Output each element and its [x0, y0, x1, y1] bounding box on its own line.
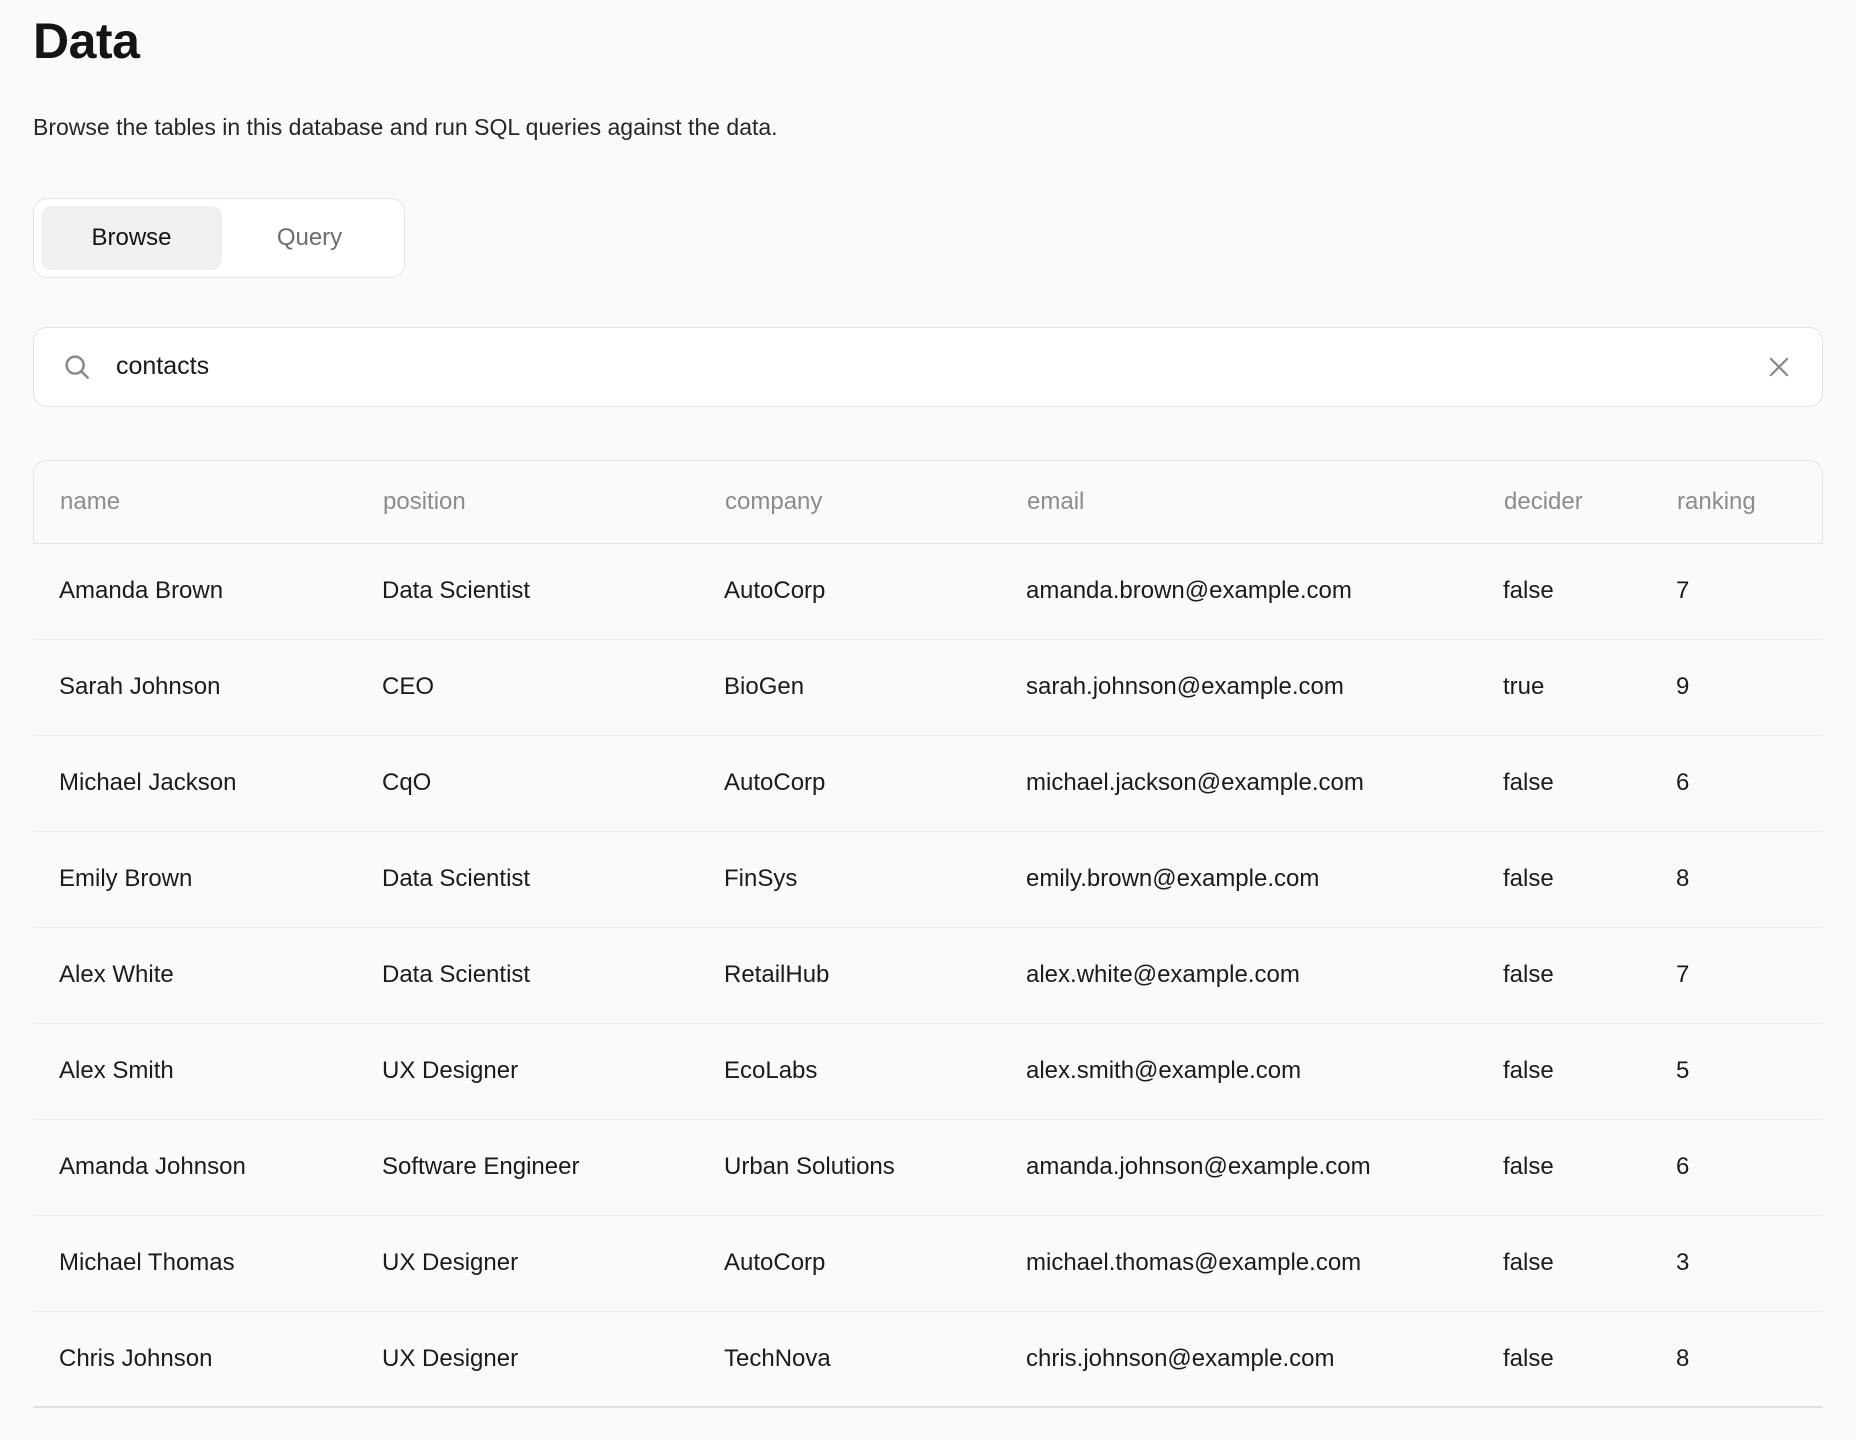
table-row: Chris Johnson UX Designer TechNova chris… [33, 1312, 1823, 1408]
tab-query[interactable]: Query [222, 206, 397, 270]
column-header-decider: decider [1504, 488, 1677, 516]
column-header-name: name [60, 488, 383, 516]
tab-browse[interactable]: Browse [41, 206, 222, 270]
cell-decider: false [1503, 1057, 1676, 1085]
cell-position: Data Scientist [382, 865, 724, 893]
column-header-email: email [1027, 488, 1504, 516]
cell-decider: false [1503, 865, 1676, 893]
table-row: Amanda Johnson Software Engineer Urban S… [33, 1120, 1823, 1216]
page-subtitle: Browse the tables in this database and r… [33, 113, 1823, 143]
cell-ranking: 8 [1676, 1345, 1823, 1373]
cell-company: TechNova [724, 1345, 1026, 1373]
cell-decider: false [1503, 769, 1676, 797]
cell-company: EcoLabs [724, 1057, 1026, 1085]
cell-email: sarah.johnson@example.com [1026, 673, 1503, 701]
view-tab-group: Browse Query [33, 198, 405, 278]
cell-position: CEO [382, 673, 724, 701]
page: Data Browse the tables in this database … [0, 0, 1856, 1408]
cell-name: Alex Smith [59, 1057, 382, 1085]
table-row: Emily Brown Data Scientist FinSys emily.… [33, 832, 1823, 928]
table-row: Sarah Johnson CEO BioGen sarah.johnson@e… [33, 640, 1823, 736]
cell-email: alex.white@example.com [1026, 961, 1503, 989]
cell-decider: false [1503, 1345, 1676, 1373]
cell-company: FinSys [724, 865, 1026, 893]
table-header-row: name position company email decider rank… [33, 460, 1823, 544]
cell-name: Chris Johnson [59, 1345, 382, 1373]
cell-company: AutoCorp [724, 577, 1026, 605]
cell-ranking: 6 [1676, 1153, 1823, 1181]
close-icon [1764, 352, 1794, 382]
cell-decider: true [1503, 673, 1676, 701]
cell-position: Data Scientist [382, 961, 724, 989]
table-row: Michael Thomas UX Designer AutoCorp mich… [33, 1216, 1823, 1312]
cell-position: UX Designer [382, 1249, 724, 1277]
page-title: Data [33, 14, 1823, 69]
column-header-position: position [383, 488, 725, 516]
cell-email: alex.smith@example.com [1026, 1057, 1503, 1085]
cell-email: michael.jackson@example.com [1026, 769, 1503, 797]
cell-email: michael.thomas@example.com [1026, 1249, 1503, 1277]
cell-position: Data Scientist [382, 577, 724, 605]
cell-name: Michael Thomas [59, 1249, 382, 1277]
cell-ranking: 8 [1676, 865, 1823, 893]
cell-company: AutoCorp [724, 1249, 1026, 1277]
cell-company: BioGen [724, 673, 1026, 701]
cell-company: AutoCorp [724, 769, 1026, 797]
table-row: Alex Smith UX Designer EcoLabs alex.smit… [33, 1024, 1823, 1120]
data-table: name position company email decider rank… [33, 460, 1823, 1408]
cell-name: Emily Brown [59, 865, 382, 893]
search-bar [33, 327, 1823, 407]
cell-position: Software Engineer [382, 1153, 724, 1181]
cell-name: Alex White [59, 961, 382, 989]
cell-email: chris.johnson@example.com [1026, 1345, 1503, 1373]
column-header-company: company [725, 488, 1027, 516]
cell-position: UX Designer [382, 1345, 724, 1373]
table-row: Amanda Brown Data Scientist AutoCorp ama… [33, 544, 1823, 640]
cell-ranking: 7 [1676, 961, 1823, 989]
cell-name: Michael Jackson [59, 769, 382, 797]
cell-name: Sarah Johnson [59, 673, 382, 701]
cell-email: emily.brown@example.com [1026, 865, 1503, 893]
cell-email: amanda.brown@example.com [1026, 577, 1503, 605]
cell-company: RetailHub [724, 961, 1026, 989]
cell-decider: false [1503, 1249, 1676, 1277]
table-body: Amanda Brown Data Scientist AutoCorp ama… [33, 544, 1823, 1408]
search-input[interactable] [116, 352, 1764, 381]
cell-email: amanda.johnson@example.com [1026, 1153, 1503, 1181]
table-row: Alex White Data Scientist RetailHub alex… [33, 928, 1823, 1024]
cell-ranking: 6 [1676, 769, 1823, 797]
cell-ranking: 7 [1676, 577, 1823, 605]
column-header-ranking: ranking [1677, 488, 1822, 516]
cell-decider: false [1503, 961, 1676, 989]
cell-decider: false [1503, 1153, 1676, 1181]
cell-name: Amanda Johnson [59, 1153, 382, 1181]
cell-position: CqO [382, 769, 724, 797]
cell-name: Amanda Brown [59, 577, 382, 605]
cell-ranking: 3 [1676, 1249, 1823, 1277]
search-icon [62, 352, 92, 382]
clear-search-button[interactable] [1764, 352, 1794, 382]
table-row: Michael Jackson CqO AutoCorp michael.jac… [33, 736, 1823, 832]
cell-company: Urban Solutions [724, 1153, 1026, 1181]
cell-ranking: 9 [1676, 673, 1823, 701]
cell-ranking: 5 [1676, 1057, 1823, 1085]
cell-position: UX Designer [382, 1057, 724, 1085]
cell-decider: false [1503, 577, 1676, 605]
